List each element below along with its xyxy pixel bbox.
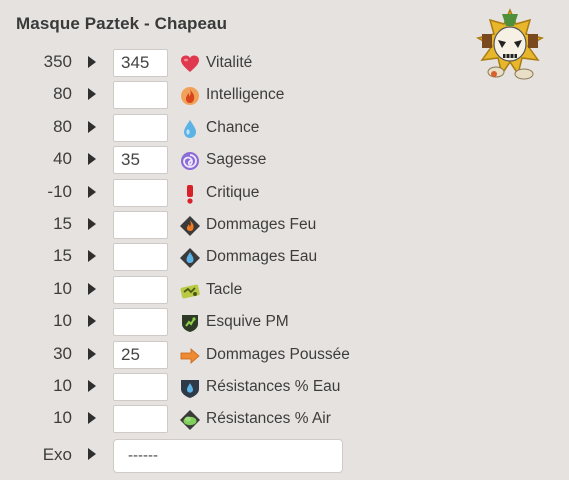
stat-label: Chance <box>206 118 260 136</box>
stat-arrow-button[interactable] <box>88 379 96 392</box>
stat-arrow-button[interactable] <box>88 315 96 328</box>
stat-label: Sagesse <box>206 151 267 169</box>
stat-value-input[interactable] <box>113 405 168 434</box>
stat-row: 10 Résistances % Air <box>0 402 569 434</box>
fire-damage-icon <box>179 215 201 237</box>
air-resist-icon <box>179 409 201 431</box>
stat-value-input[interactable] <box>113 243 168 272</box>
water-resist-icon <box>179 377 201 399</box>
stats-list: 350 Vitalité 80 Intelligence 80 Chance 40 Sages… <box>0 46 569 435</box>
stat-label: Vitalité <box>206 54 253 71</box>
stat-label: Esquive PM <box>206 313 289 331</box>
stat-base-value: 80 <box>53 84 72 104</box>
stat-row: 10 Esquive PM <box>0 305 569 337</box>
stat-base-value: -10 <box>47 181 72 201</box>
stat-value-input[interactable] <box>113 308 168 337</box>
stat-value-input[interactable] <box>113 146 168 175</box>
stat-base-value: 10 <box>53 278 72 298</box>
tackle-icon <box>179 280 201 302</box>
stat-row: 15 Dommages Eau <box>0 240 569 272</box>
stat-value-input[interactable] <box>113 275 168 304</box>
stat-label: Intelligence <box>206 86 285 104</box>
stat-base-value: 40 <box>53 149 72 169</box>
stat-label: Résistances % Air <box>206 410 331 428</box>
stat-row: 30 Dommages Poussée <box>0 338 569 370</box>
stat-base-value: 350 <box>43 52 72 71</box>
stat-row: -10 Critique <box>0 176 569 208</box>
stat-base-value: 15 <box>53 246 72 266</box>
stat-base-value: 30 <box>53 343 72 363</box>
stat-arrow-button[interactable] <box>88 282 96 295</box>
stat-value-input[interactable] <box>113 340 168 369</box>
fire-icon <box>179 85 201 107</box>
stat-base-value: 15 <box>53 213 72 233</box>
exo-row: Exo ------ <box>0 437 569 475</box>
stat-value-input[interactable] <box>113 113 168 142</box>
stat-label: Dommages Feu <box>206 215 317 233</box>
stat-base-value: 10 <box>53 311 72 331</box>
stat-label: Résistances % Eau <box>206 377 341 395</box>
push-arrow-icon <box>179 345 201 367</box>
swirl-icon <box>179 150 201 172</box>
stat-arrow-button[interactable] <box>88 185 96 198</box>
water-drop-icon <box>179 118 201 140</box>
stat-arrow-button[interactable] <box>88 217 96 230</box>
exo-label: Exo <box>42 445 72 464</box>
exclamation-icon <box>179 183 201 205</box>
stat-value-input[interactable] <box>113 81 168 110</box>
stat-arrow-button[interactable] <box>88 88 96 101</box>
stat-arrow-button[interactable] <box>88 347 96 360</box>
stat-arrow-button[interactable] <box>88 56 96 68</box>
dodge-mp-icon <box>179 312 201 334</box>
stat-row: 10 Tacle <box>0 273 569 305</box>
stat-row: 10 Résistances % Eau <box>0 370 569 402</box>
water-damage-icon <box>179 247 201 269</box>
stat-value-input[interactable] <box>113 372 168 401</box>
stat-arrow-button[interactable] <box>88 120 96 133</box>
stat-value-input[interactable] <box>113 49 168 77</box>
stat-row: 40 Sagesse <box>0 143 569 175</box>
stat-base-value: 10 <box>53 375 72 395</box>
stat-row: 15 Dommages Feu <box>0 208 569 240</box>
item-title: Masque Paztek - Chapeau <box>16 14 228 33</box>
stat-arrow-button[interactable] <box>88 412 96 425</box>
stat-value-input[interactable] <box>113 210 168 239</box>
stat-label: Critique <box>206 183 260 201</box>
heart-icon <box>179 53 201 75</box>
stat-row: 80 Chance <box>0 111 569 143</box>
stat-base-value: 80 <box>53 116 72 136</box>
stat-arrow-button[interactable] <box>88 250 96 263</box>
stat-row: 80 Intelligence <box>0 78 569 110</box>
exo-select[interactable]: ------ <box>113 439 343 473</box>
stat-label: Dommages Eau <box>206 248 318 266</box>
stat-label: Tacle <box>206 280 243 298</box>
exo-arrow-button[interactable] <box>88 448 96 460</box>
stat-value-input[interactable] <box>113 178 168 207</box>
stat-label: Dommages Poussée <box>206 345 350 363</box>
stat-base-value: 10 <box>53 408 72 428</box>
stat-arrow-button[interactable] <box>88 153 96 166</box>
stat-row: 350 Vitalité <box>0 46 569 78</box>
